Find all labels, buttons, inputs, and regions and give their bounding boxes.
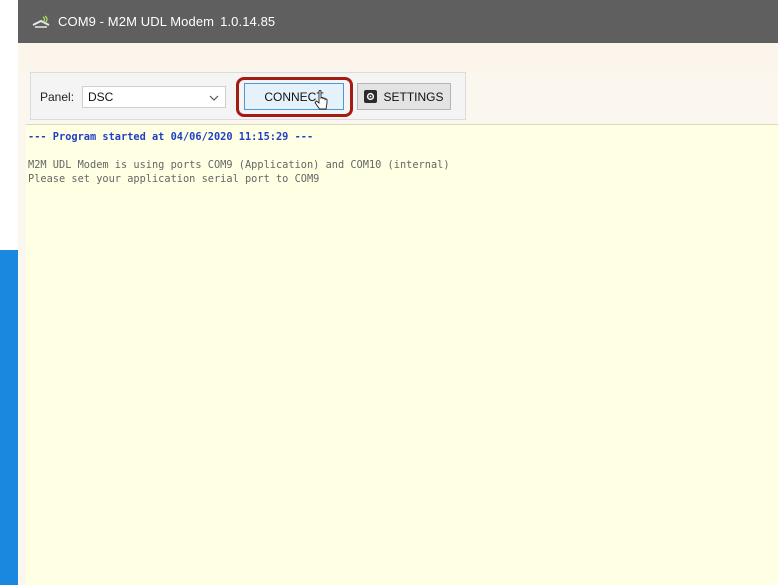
panel-label: Panel: (40, 90, 75, 104)
panel-select-value: DSC (88, 90, 114, 104)
desktop-edge (0, 0, 18, 585)
mouse-pointer-icon (314, 90, 330, 112)
window-version: 1.0.14.85 (220, 14, 276, 29)
panel-select[interactable]: DSC (82, 86, 226, 108)
log-line: M2M UDL Modem is using ports COM9 (Appli… (28, 159, 450, 171)
window-title: COM9 - M2M UDL Modem (58, 14, 215, 29)
window-menu-band (18, 43, 778, 70)
chevron-down-icon (209, 92, 219, 102)
log-line: Please set your application serial port … (28, 173, 320, 185)
log-line: --- Program started at 04/06/2020 11:15:… (28, 131, 314, 143)
serial-port-icon (30, 14, 52, 30)
app-window: COM9 - M2M UDL Modem 1.0.14.85 Panel: DS… (18, 0, 778, 585)
settings-button[interactable]: SETTINGS (357, 83, 451, 110)
log-output[interactable]: --- Program started at 04/06/2020 11:15:… (26, 124, 778, 585)
toolbar: Panel: DSC CONNECT SETTINGS (30, 72, 466, 120)
title-bar[interactable]: COM9 - M2M UDL Modem 1.0.14.85 (18, 0, 778, 43)
gear-icon (364, 90, 378, 103)
desktop-accent-strip (0, 250, 18, 585)
settings-button-label: SETTINGS (383, 89, 444, 104)
